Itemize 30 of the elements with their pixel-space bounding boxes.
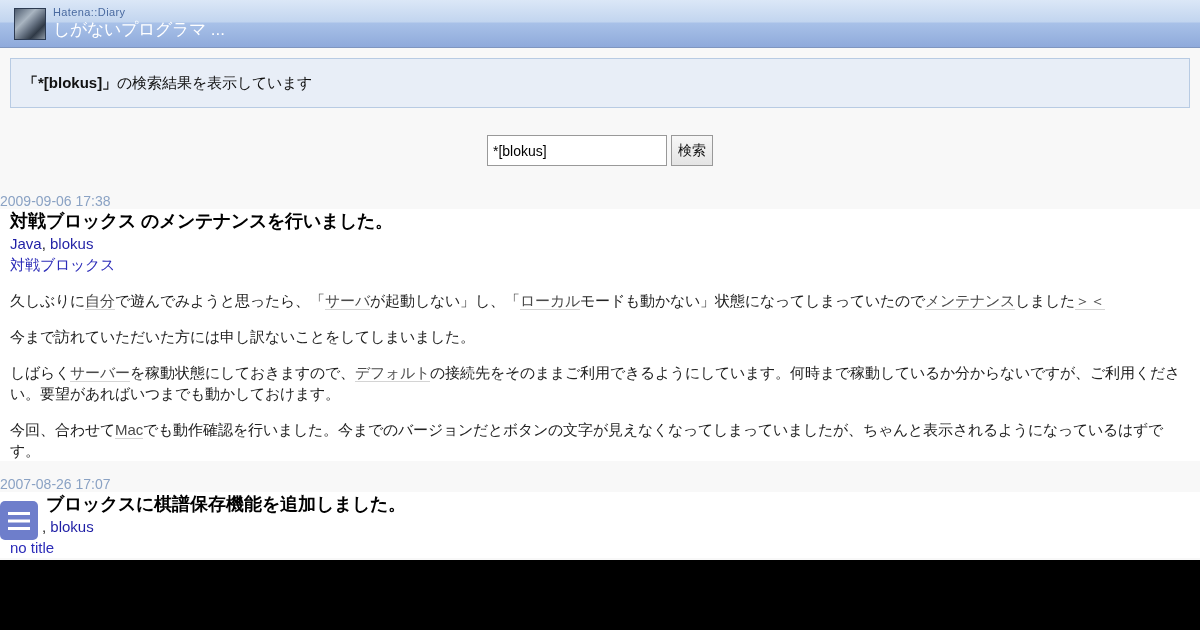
category-link[interactable]: Java [10, 235, 42, 252]
entry-paragraph: しばらく サーバーを稼動状態にしておきますので、デフォルトの接続先をそのままご利用できるようにしています。何時まで稼動しているか分からないですが、ご利用ください。要望があればいつまでも動かしておけます。 [10, 363, 1181, 404]
category-line: , blokus [42, 518, 94, 535]
search-button[interactable]: 検索 [671, 135, 713, 166]
entry-title: 対戦ブロックス のメンテナンスを行いました。 [10, 210, 394, 233]
entry-paragraph: 今回、合わせてMacでも動作確認を行いました。今までのバージョンだとボタンの文字が見えなくなってしまっていましたが、ちゃんと表示されるようになっているはずです。 [10, 420, 1165, 461]
category-line: Java, blokus [10, 235, 94, 252]
keyword-link[interactable]: サーバー [70, 364, 130, 382]
entry-title: ブロックスに棋譜保存機能を追加しました。 [45, 493, 407, 516]
site-name: Hatena::Diary [53, 6, 126, 19]
photo-placeholder [14, 7, 46, 40]
entry-date: 2009-09-06 17:38 [0, 193, 111, 209]
entry-paragraph: 今まで訪れていただいた方には申し訳ないことをしてしまいました。 [10, 327, 476, 347]
entry-paragraph: 久しぶりに自分で遊んでみようと思ったら、「サーバが起動しない」し、「ローカルモードも動かない」状態になってしまっていたのでメンテナンス しました＞＜ [10, 291, 1106, 311]
menu-icon [8, 511, 30, 530]
keyword-link[interactable]: ローカル [520, 292, 580, 310]
search-notice: 「*[blokus]」の検索結果を表示しています [10, 58, 1190, 108]
section-link[interactable]: 対戦ブロックス [10, 256, 115, 273]
search-field[interactable]: *[blokus] [487, 135, 667, 166]
keyword-link[interactable]: 自分 [85, 292, 115, 310]
entry-date: 2007-08-26 17:07 [0, 476, 111, 492]
keyword-link[interactable]: ＞＜ [1075, 292, 1105, 310]
keyword-link[interactable]: Mac [115, 421, 144, 439]
menu-button[interactable] [0, 501, 38, 540]
category-link[interactable]: blokus [50, 518, 94, 535]
category-link[interactable]: blokus [50, 235, 94, 252]
keyword-link[interactable]: サーバ [325, 292, 370, 310]
keyword-link[interactable]: デフォルト [355, 364, 430, 382]
section-link[interactable]: no title [10, 539, 55, 556]
keyword-link[interactable]: メンテナンス [925, 292, 1015, 310]
